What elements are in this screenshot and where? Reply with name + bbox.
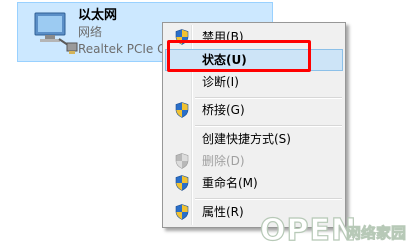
menu-item-delete: 删除(D) [165,150,343,172]
shield-icon [175,153,189,169]
menu-item-create-shortcut[interactable]: 创建快捷方式(S) [165,128,343,150]
menu-label: 重命名(M) [202,176,258,190]
shield-icon [175,175,189,191]
shield-icon [175,102,189,118]
menu-label: 创建快捷方式(S) [202,132,291,146]
menu-item-bridge[interactable]: 桥接(G) [165,99,343,121]
shield-icon [175,204,189,220]
watermark-logo: OPEN 网络家园 [259,212,406,246]
menu-label: 属性(R) [202,205,244,219]
network-adapter-icon [34,12,78,54]
menu-separator [195,198,342,200]
watermark-subtitle: 网络家园 [346,224,406,242]
menu-separator [195,125,342,127]
menu-label: 删除(D) [202,154,245,168]
menu-label: 诊断(I) [202,75,239,89]
menu-item-diagnose[interactable]: 诊断(I) [165,71,343,93]
menu-item-rename[interactable]: 重命名(M) [165,172,343,194]
watermark-brand: OPEN [260,213,357,246]
menu-label: 桥接(G) [202,103,245,117]
annotation-highlight-box [167,40,311,72]
